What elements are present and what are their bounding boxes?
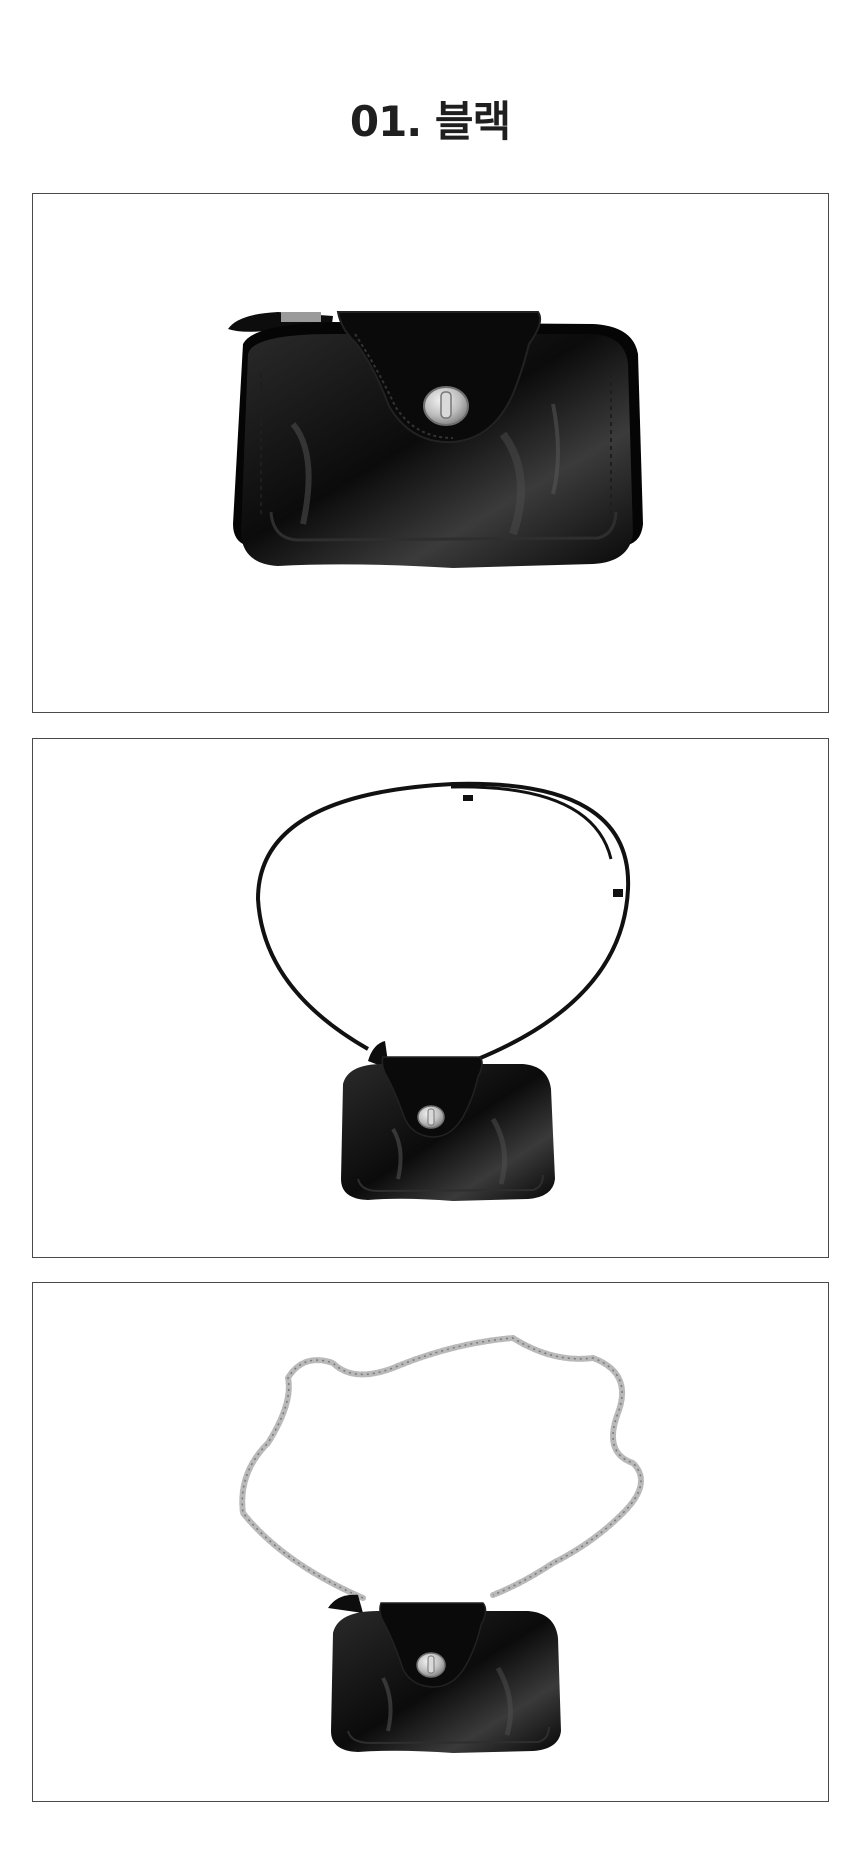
bag-icon bbox=[239, 1334, 644, 1753]
bag-icon bbox=[228, 311, 643, 568]
bag-with-chain-strap-image bbox=[32, 1282, 829, 1802]
bag-icon bbox=[255, 781, 631, 1201]
color-option-title: 01. 블랙 bbox=[349, 97, 511, 146]
bag-front-view-image bbox=[32, 193, 829, 713]
bag-with-leather-strap-image bbox=[32, 738, 829, 1258]
